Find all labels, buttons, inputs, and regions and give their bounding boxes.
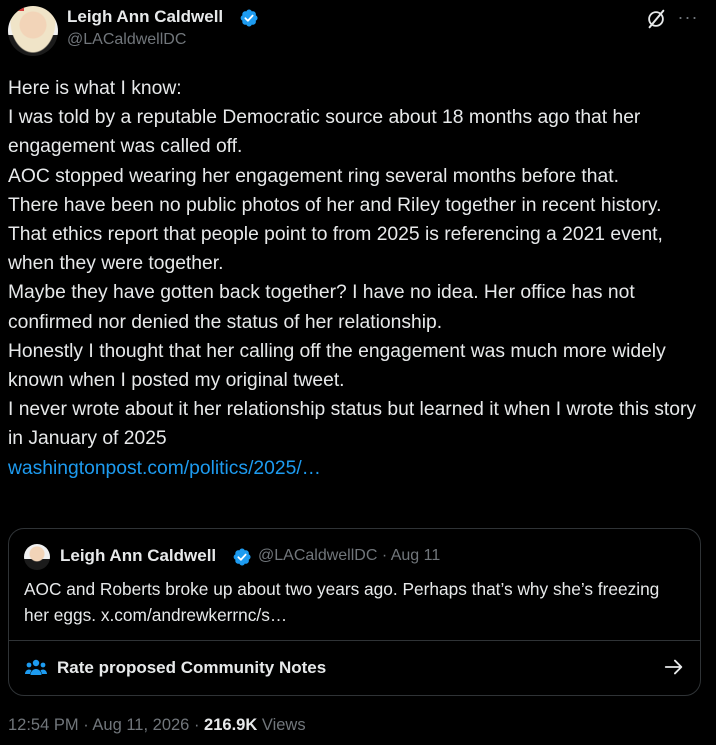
community-notes-icon — [25, 659, 47, 675]
tweet-line: Honestly I thought that her calling off … — [8, 340, 666, 392]
footer-separator: · — [193, 716, 200, 734]
tweet-line: Here is what I know: — [8, 78, 182, 99]
post-time[interactable]: 12:54 PM — [8, 716, 79, 734]
tweet-line: I never wrote about it her relationship … — [8, 399, 697, 450]
tweet-line: Maybe they have gotten back together? I … — [8, 282, 635, 333]
tweet-footer: 12:54 PM · Aug 11, 2026 · 216.9K Views — [8, 716, 306, 735]
community-notes-label: Rate proposed Community Notes — [57, 658, 327, 677]
article-link[interactable]: washingtonpost.com/politics/2025/… — [8, 458, 321, 479]
avatar[interactable] — [8, 6, 58, 56]
tweet-line: AOC stopped wearing her engagement ring … — [8, 165, 619, 187]
avatar-detail — [10, 7, 24, 11]
grok-icon[interactable] — [645, 8, 667, 30]
tweet-header: Leigh Ann Caldwell @LACaldwellDC ··· — [0, 0, 716, 70]
quoted-date: Aug 11 — [390, 547, 441, 564]
quoted-meta: @LACaldwellDC · Aug 11 — [258, 547, 440, 565]
quoted-tweet[interactable]: Leigh Ann Caldwell @LACaldwellDC · Aug 1… — [8, 528, 701, 696]
quoted-separator: · — [381, 547, 388, 564]
post-date[interactable]: Aug 11, 2026 — [92, 716, 189, 734]
views-label: Views — [261, 716, 306, 734]
quoted-display-name: Leigh Ann Caldwell — [60, 546, 217, 565]
quoted-text: AOC and Roberts broke up about two years… — [24, 579, 660, 625]
views-count: 216.9K — [204, 716, 258, 734]
author-display-name[interactable]: Leigh Ann Caldwell — [67, 7, 223, 27]
quoted-handle: @LACaldwellDC — [258, 547, 378, 564]
verified-badge-icon — [240, 9, 258, 27]
verified-badge-icon — [233, 548, 251, 566]
rate-community-notes-button[interactable]: Rate proposed Community Notes — [9, 641, 700, 695]
footer-separator: · — [83, 716, 89, 734]
author-handle[interactable]: @LACaldwellDC — [67, 31, 186, 49]
arrow-right-icon — [664, 659, 683, 675]
quoted-avatar — [24, 544, 50, 570]
tweet-text: Here is what I know: I was told by a rep… — [8, 74, 708, 483]
tweet-line: That ethics report that people point to … — [8, 224, 663, 275]
more-options-icon[interactable]: ··· — [676, 6, 700, 30]
tweet-line: I was told by a reputable Democratic sou… — [8, 107, 641, 158]
tweet-line: There have been no public photos of her … — [8, 194, 662, 216]
